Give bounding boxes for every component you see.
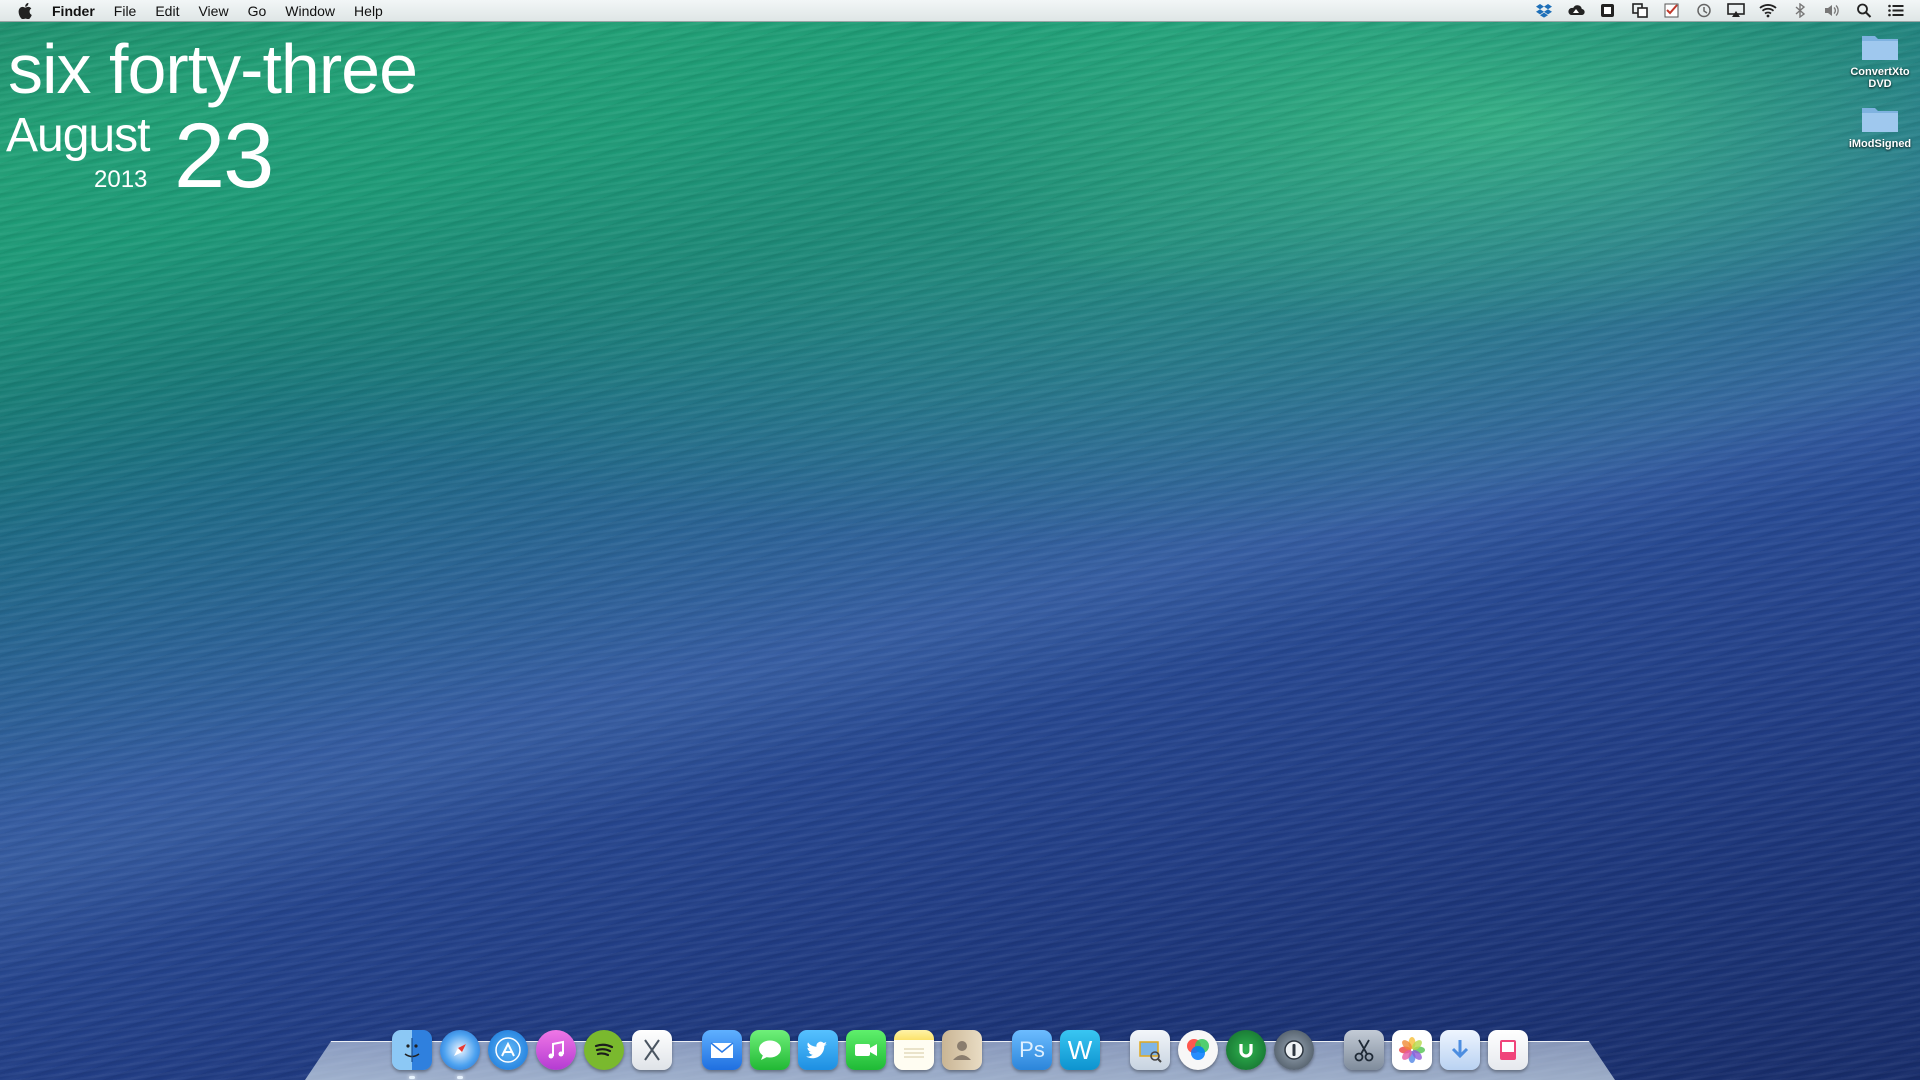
dock-group-stacks: [1344, 1030, 1528, 1070]
desktop-icon-imodsigned[interactable]: iModSigned: [1845, 104, 1915, 150]
menu-finder[interactable]: Finder: [52, 3, 95, 19]
menu-file[interactable]: File: [114, 3, 137, 19]
menu-bar: Finder File Edit View Go Window Help: [0, 0, 1920, 22]
contacts-icon[interactable]: [942, 1030, 982, 1070]
folder-icon: [1862, 108, 1898, 132]
facetime-icon[interactable]: [846, 1030, 886, 1070]
checkbox-icon[interactable]: [1662, 3, 1682, 19]
status-area: [1534, 3, 1906, 19]
folder-icon: [1862, 36, 1898, 60]
photos-icon[interactable]: [1392, 1030, 1432, 1070]
itunes-icon[interactable]: [536, 1030, 576, 1070]
volume-icon[interactable]: [1822, 3, 1842, 19]
spotlight-search-icon[interactable]: [1854, 3, 1874, 19]
mail-icon[interactable]: [702, 1030, 742, 1070]
utorrent-icon[interactable]: [1226, 1030, 1266, 1070]
time-machine-icon[interactable]: [1694, 3, 1714, 19]
cloud-icon[interactable]: [1566, 3, 1586, 19]
scanner-icon[interactable]: [1598, 3, 1618, 19]
dock-group-utilities: [1130, 1030, 1314, 1070]
clock-date: August 2013 23: [6, 105, 417, 218]
notes-icon[interactable]: [894, 1030, 934, 1070]
dock-group-creative: Ps W: [1012, 1030, 1100, 1070]
twitter-icon[interactable]: [798, 1030, 838, 1070]
bluetooth-icon[interactable]: [1790, 3, 1810, 19]
desktop[interactable]: Finder File Edit View Go Window Help six…: [0, 0, 1920, 1080]
menu-edit[interactable]: Edit: [155, 3, 179, 19]
color-wheel-icon[interactable]: [1178, 1030, 1218, 1070]
1password-icon[interactable]: [1274, 1030, 1314, 1070]
clock-month: August: [6, 109, 150, 162]
scissors-icon[interactable]: [1344, 1030, 1384, 1070]
menu-view[interactable]: View: [198, 3, 228, 19]
clock-year: 2013: [94, 166, 148, 193]
xcode-icon[interactable]: [632, 1030, 672, 1070]
desktop-icon-convertxtodvd[interactable]: ConvertXto DVD: [1845, 32, 1915, 90]
running-indicator: [409, 1076, 415, 1079]
copy-icon[interactable]: [1630, 3, 1650, 19]
dropbox-icon[interactable]: [1534, 3, 1554, 19]
notification-center-icon[interactable]: [1886, 3, 1906, 19]
clock-widget: six forty-three August 2013 23: [6, 30, 418, 218]
preview-icon[interactable]: [1130, 1030, 1170, 1070]
downloads-icon[interactable]: [1440, 1030, 1480, 1070]
menu-go[interactable]: Go: [248, 3, 267, 19]
dock: Ps W: [0, 1030, 1920, 1079]
spotify-icon[interactable]: [584, 1030, 624, 1070]
airplay-icon[interactable]: [1726, 3, 1746, 19]
desktop-icon-label: iModSigned: [1848, 138, 1912, 150]
wifi-icon[interactable]: [1758, 3, 1778, 19]
clock-day: 23: [174, 105, 274, 207]
safari-icon[interactable]: [440, 1030, 480, 1079]
app-store-icon[interactable]: [488, 1030, 528, 1070]
dock-group-communication: [702, 1030, 982, 1070]
dock-group-system: [392, 1030, 672, 1079]
desktop-icon-label: ConvertXto DVD: [1850, 66, 1910, 90]
menu-help[interactable]: Help: [354, 3, 383, 19]
running-indicator: [457, 1076, 463, 1079]
photoshop-icon[interactable]: Ps: [1012, 1030, 1052, 1070]
apple-menu-icon[interactable]: [18, 2, 38, 19]
word-icon[interactable]: W: [1060, 1030, 1100, 1070]
clock-time-words: six forty-three: [8, 30, 418, 108]
finder-icon[interactable]: [392, 1030, 432, 1079]
messages-icon[interactable]: [750, 1030, 790, 1070]
menu-window[interactable]: Window: [285, 3, 335, 19]
reeder-icon[interactable]: [1488, 1030, 1528, 1070]
